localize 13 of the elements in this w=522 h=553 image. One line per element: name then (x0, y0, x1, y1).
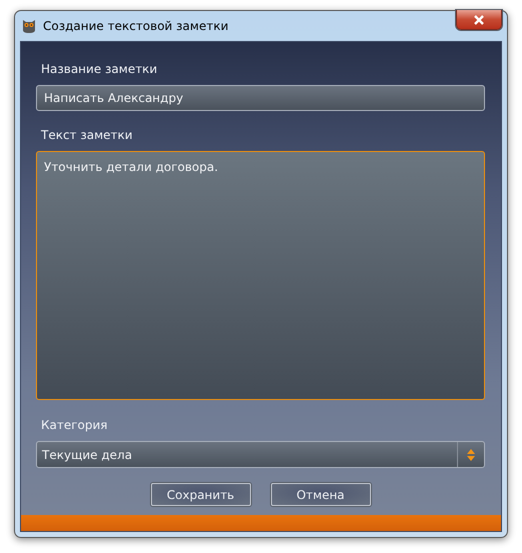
up-down-arrows-icon (467, 448, 475, 460)
save-button[interactable]: Сохранить (150, 483, 250, 506)
cancel-button[interactable]: Отмена (270, 483, 370, 506)
note-text-area[interactable]: Уточнить детали договора. (36, 151, 485, 400)
field-label: Категория (41, 418, 109, 432)
field-label: Текст заметки (41, 128, 134, 142)
close-icon (473, 14, 485, 24)
owl-icon (21, 18, 37, 34)
close-button[interactable] (456, 10, 502, 30)
field-label: Название заметки (41, 62, 158, 76)
window-title: Создание текстовой заметки (43, 19, 228, 33)
category-dropdown[interactable]: Текущие дела (36, 441, 485, 468)
name-field[interactable]: Написать Александру (36, 85, 485, 111)
